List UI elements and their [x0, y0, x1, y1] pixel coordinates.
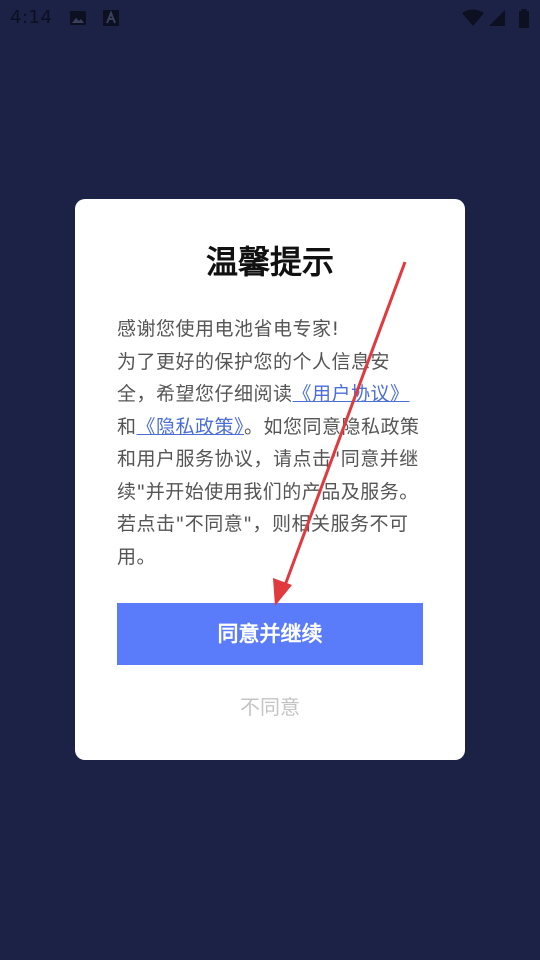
paragraph-rest: 。如您同意隐私政策和用户服务协议，请点击"同意并继续"并开始使用我们的产品及服务…: [117, 415, 420, 568]
privacy-dialog: 温馨提示 感谢您使用电池省电专家! 为了更好的保护您的个人信息安全，希望您仔细阅…: [75, 199, 465, 760]
status-bar: 4:14: [0, 0, 540, 36]
battery-icon: [518, 9, 530, 33]
status-time: 4:14: [10, 7, 53, 28]
agree-continue-button[interactable]: 同意并继续: [117, 603, 423, 665]
text-a-icon: [102, 9, 120, 31]
dialog-title: 温馨提示: [205, 243, 334, 281]
disagree-button[interactable]: 不同意: [117, 687, 423, 727]
user-agreement-link[interactable]: 《用户协议》: [293, 383, 410, 405]
dialog-body: 感谢您使用电池省电专家! 为了更好的保护您的个人信息安全，希望您仔细阅读《用户协…: [117, 313, 427, 573]
thanks-line: 感谢您使用电池省电专家!: [117, 318, 340, 340]
wifi-icon: [462, 9, 484, 31]
image-icon: [69, 9, 87, 31]
privacy-paragraph: 为了更好的保护您的个人信息安全，希望您仔细阅读《用户协议》和《隐私政策》。如您同…: [117, 346, 427, 574]
and-text: 和: [117, 415, 137, 438]
signal-icon: [488, 9, 506, 31]
privacy-policy-link[interactable]: 《隐私政策》: [137, 416, 245, 438]
